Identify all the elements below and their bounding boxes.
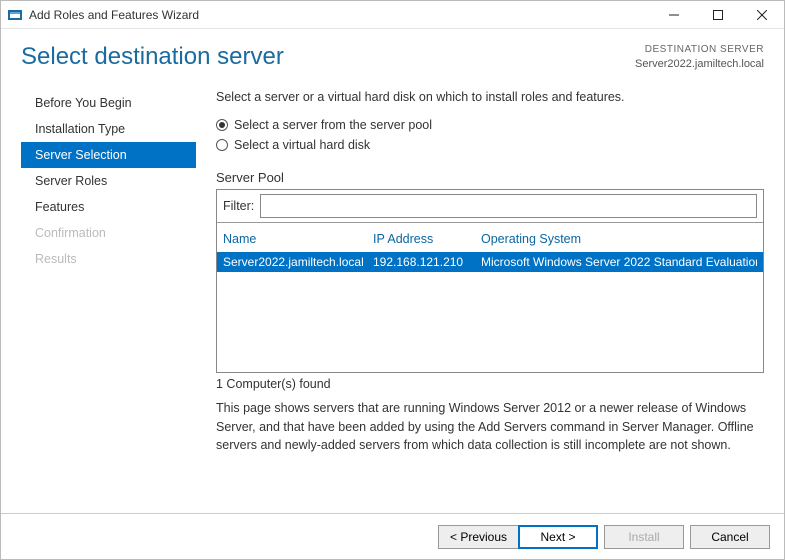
computers-found: 1 Computer(s) found [216, 377, 764, 391]
header-row: Select destination server DESTINATION SE… [21, 43, 764, 72]
filter-input[interactable] [260, 194, 757, 218]
sidebar-step: Results [21, 246, 196, 272]
sidebar-step[interactable]: Installation Type [21, 116, 196, 142]
maximize-button[interactable] [696, 1, 740, 29]
body-row: Before You BeginInstallation TypeServer … [21, 90, 764, 513]
install-button: Install [604, 525, 684, 549]
sidebar-step: Confirmation [21, 220, 196, 246]
window-title: Add Roles and Features Wizard [29, 8, 652, 22]
close-button[interactable] [740, 1, 784, 29]
instruction-text: Select a server or a virtual hard disk o… [216, 90, 764, 104]
table-header: Name IP Address Operating System [217, 224, 763, 252]
minimize-button[interactable] [652, 1, 696, 29]
destination-name: Server2022.jamiltech.local [635, 57, 764, 72]
radio-icon [216, 119, 228, 131]
sidebar-step[interactable]: Server Selection [21, 142, 196, 168]
titlebar: Add Roles and Features Wizard [1, 1, 784, 29]
table-row[interactable]: Server2022.jamiltech.local192.168.121.21… [217, 252, 763, 272]
cell-ip: 192.168.121.210 [373, 255, 481, 269]
cell-os: Microsoft Windows Server 2022 Standard E… [481, 255, 757, 269]
table-body: Server2022.jamiltech.local192.168.121.21… [217, 252, 763, 372]
radio-label: Select a server from the server pool [234, 118, 432, 132]
radio-server-pool[interactable]: Select a server from the server pool [216, 118, 764, 132]
server-pool-label: Server Pool [216, 170, 764, 185]
col-ip[interactable]: IP Address [373, 232, 481, 246]
sidebar: Before You BeginInstallation TypeServer … [21, 90, 196, 513]
server-table: Name IP Address Operating System Server2… [217, 223, 763, 372]
sidebar-step[interactable]: Features [21, 194, 196, 220]
cell-name: Server2022.jamiltech.local [223, 255, 373, 269]
previous-button[interactable]: < Previous [438, 525, 518, 549]
cancel-button[interactable]: Cancel [690, 525, 770, 549]
window-controls [652, 1, 784, 29]
sidebar-step[interactable]: Before You Begin [21, 90, 196, 116]
destination-label: DESTINATION SERVER Server2022.jamiltech.… [635, 43, 764, 72]
wizard-content: Select destination server DESTINATION SE… [1, 29, 784, 513]
radio-label: Select a virtual hard disk [234, 138, 370, 152]
app-icon [7, 7, 23, 23]
filter-label: Filter: [223, 199, 254, 213]
next-button[interactable]: Next > [518, 525, 598, 549]
destination-caption: DESTINATION SERVER [635, 43, 764, 57]
col-os[interactable]: Operating System [481, 232, 757, 246]
page-description: This page shows servers that are running… [216, 399, 764, 453]
filter-row: Filter: [217, 190, 763, 223]
col-name[interactable]: Name [223, 232, 373, 246]
server-pool-box: Filter: Name IP Address Operating System… [216, 189, 764, 373]
nav-button-pair: < Previous Next > [438, 525, 598, 549]
main-panel: Select a server or a virtual hard disk o… [196, 90, 764, 513]
radio-icon [216, 139, 228, 151]
wizard-footer: < Previous Next > Install Cancel [1, 513, 784, 559]
radio-virtual-hard-disk[interactable]: Select a virtual hard disk [216, 138, 764, 152]
page-title: Select destination server [21, 43, 284, 71]
sidebar-step[interactable]: Server Roles [21, 168, 196, 194]
